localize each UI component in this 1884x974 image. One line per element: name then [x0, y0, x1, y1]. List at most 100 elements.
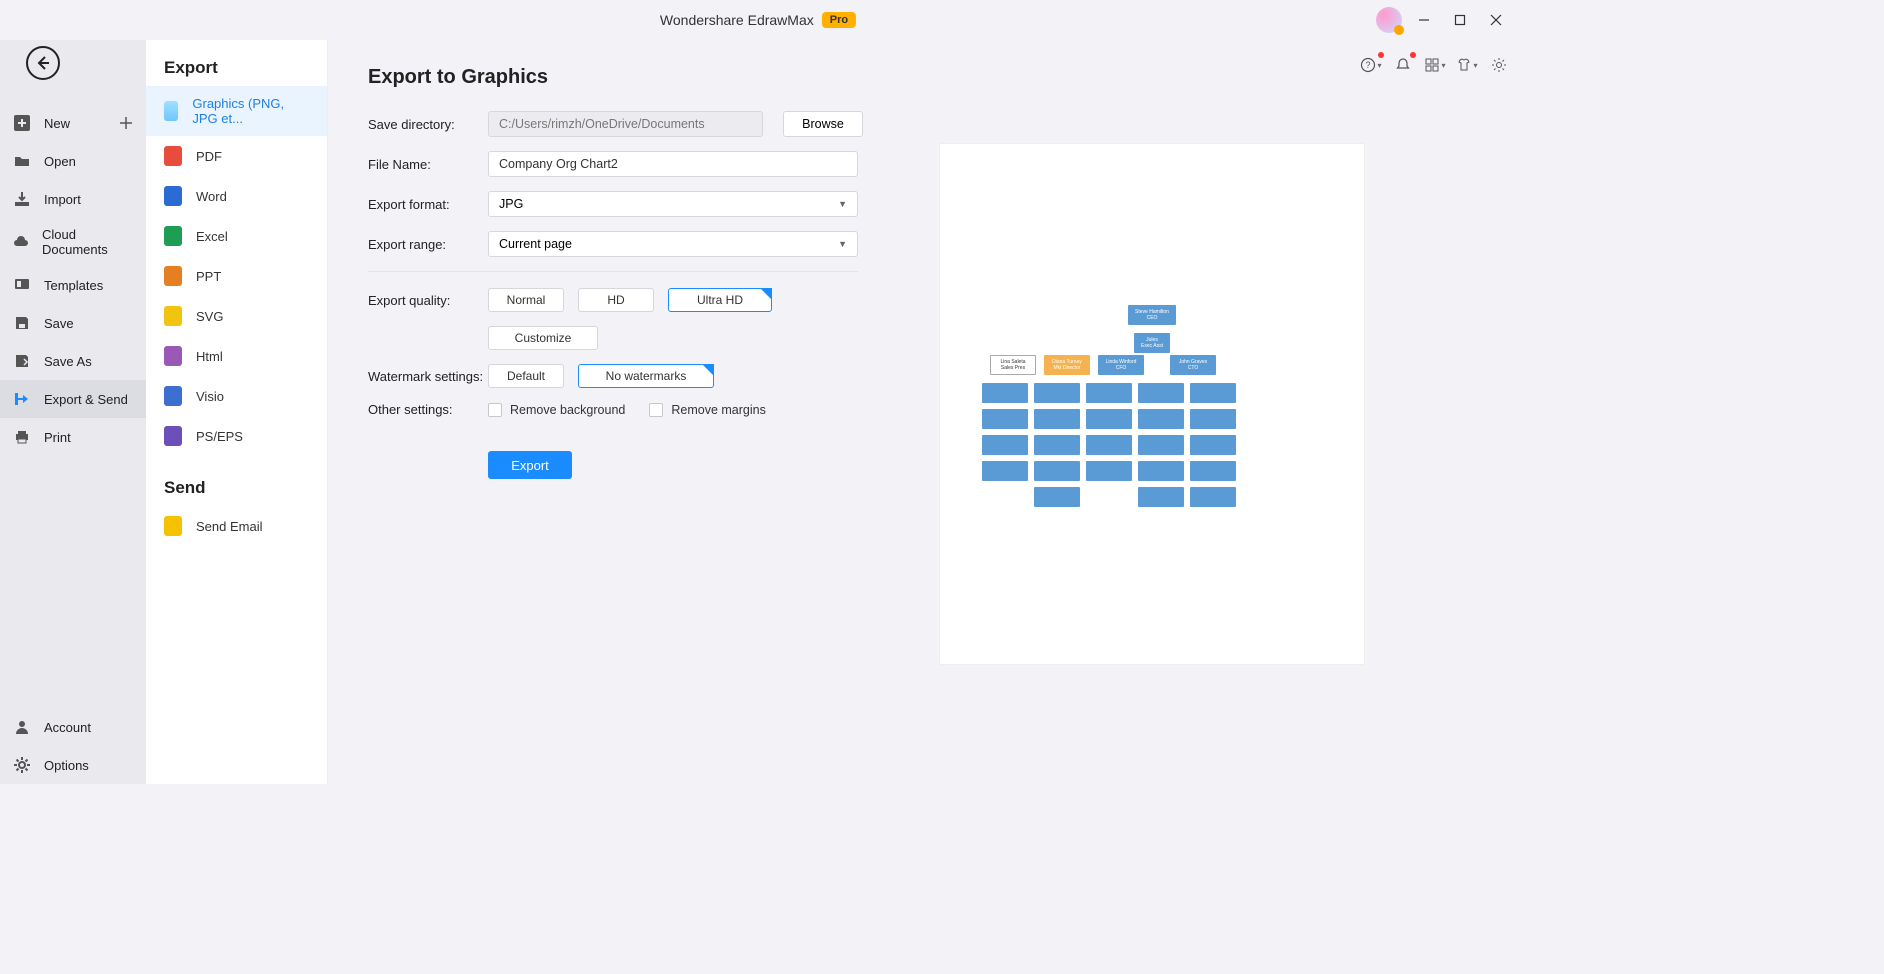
checkbox-icon: [649, 403, 663, 417]
label-format: Export format:: [368, 197, 488, 212]
back-button[interactable]: [26, 46, 60, 80]
visio-file-icon: [164, 386, 182, 406]
checkbox-icon: [488, 403, 502, 417]
select-value: Current page: [499, 237, 572, 251]
user-avatar[interactable]: [1376, 7, 1402, 33]
sidebar-sub: Export Graphics (PNG, JPG et... PDF Word…: [146, 40, 328, 784]
pro-badge: Pro: [822, 12, 856, 28]
sub-item-visio[interactable]: Visio: [146, 376, 327, 416]
send-header: Send: [146, 478, 327, 506]
ppt-file-icon: [164, 266, 182, 286]
browse-button[interactable]: Browse: [783, 111, 863, 137]
remove-background-checkbox[interactable]: Remove background: [488, 403, 625, 417]
quality-normal-button[interactable]: Normal: [488, 288, 564, 312]
sidebar-item-save[interactable]: Save: [0, 304, 146, 342]
sub-item-ppt[interactable]: PPT: [146, 256, 327, 296]
sidebar-item-saveas[interactable]: Save As: [0, 342, 146, 380]
sidebar-item-options[interactable]: Options: [0, 746, 146, 784]
label-range: Export range:: [368, 237, 488, 252]
save-icon: [12, 313, 32, 333]
quality-hd-button[interactable]: HD: [578, 288, 654, 312]
preview-panel: Steve HamiltonCEO JulesExec Asst Lina Sa…: [940, 144, 1364, 664]
sidebar-label: Print: [44, 430, 71, 445]
gear-icon: [12, 755, 32, 775]
print-icon: [12, 427, 32, 447]
sidebar-label: Import: [44, 192, 81, 207]
sub-item-word[interactable]: Word: [146, 176, 327, 216]
grid-icon[interactable]: ▾: [1424, 54, 1446, 76]
sidebar-label: Cloud Documents: [42, 227, 134, 257]
export-button[interactable]: Export: [488, 451, 572, 479]
sidebar-main: New Open Import Cloud Documents Template…: [0, 40, 146, 784]
sub-item-html[interactable]: Html: [146, 336, 327, 376]
shirt-icon[interactable]: ▾: [1456, 54, 1478, 76]
export-range-select[interactable]: Current page ▼: [488, 231, 858, 257]
help-icon[interactable]: ?▾: [1360, 54, 1382, 76]
sub-item-svg[interactable]: SVG: [146, 296, 327, 336]
sidebar-item-templates[interactable]: Templates: [0, 266, 146, 304]
sidebar-item-open[interactable]: Open: [0, 142, 146, 180]
watermark-none-button[interactable]: No watermarks: [578, 364, 714, 388]
checkbox-label: Remove background: [510, 403, 625, 417]
sub-item-pseps[interactable]: PS/EPS: [146, 416, 327, 456]
label-other: Other settings:: [368, 402, 488, 417]
sub-label: Word: [196, 189, 227, 204]
quality-ultrahd-button[interactable]: Ultra HD: [668, 288, 772, 312]
close-button[interactable]: [1482, 6, 1510, 34]
sidebar-label: Export & Send: [44, 392, 128, 407]
plus-icon[interactable]: [118, 115, 134, 131]
export-header: Export: [146, 58, 327, 86]
word-file-icon: [164, 186, 182, 206]
sub-label: PS/EPS: [196, 429, 243, 444]
sidebar-label: Templates: [44, 278, 103, 293]
import-icon: [12, 189, 32, 209]
sidebar-label: Account: [44, 720, 91, 735]
mail-icon: [164, 516, 182, 536]
image-file-icon: [164, 101, 178, 121]
select-value: JPG: [499, 197, 523, 211]
minimize-button[interactable]: [1410, 6, 1438, 34]
sidebar-item-cloud[interactable]: Cloud Documents: [0, 218, 146, 266]
sub-item-pdf[interactable]: PDF: [146, 136, 327, 176]
sidebar-item-export-send[interactable]: Export & Send: [0, 380, 146, 418]
bell-icon[interactable]: [1392, 54, 1414, 76]
chevron-down-icon: ▼: [838, 199, 847, 209]
cloud-icon: [12, 232, 30, 252]
save-directory-input[interactable]: [488, 111, 763, 137]
label-watermark: Watermark settings:: [368, 369, 488, 384]
pdf-file-icon: [164, 146, 182, 166]
ps-file-icon: [164, 426, 182, 446]
sub-item-email[interactable]: Send Email: [146, 506, 327, 546]
sub-item-graphics[interactable]: Graphics (PNG, JPG et...: [146, 86, 327, 136]
maximize-button[interactable]: [1446, 6, 1474, 34]
sub-label: Send Email: [196, 519, 262, 534]
sidebar-label: Save: [44, 316, 74, 331]
plus-square-icon: [12, 113, 32, 133]
sub-label: SVG: [196, 309, 223, 324]
sub-item-excel[interactable]: Excel: [146, 216, 327, 256]
folder-icon: [12, 151, 32, 171]
app-title: Wondershare EdrawMax: [660, 12, 814, 28]
remove-margins-checkbox[interactable]: Remove margins: [649, 403, 765, 417]
account-icon: [12, 717, 32, 737]
sub-label: PDF: [196, 149, 222, 164]
sidebar-item-account[interactable]: Account: [0, 708, 146, 746]
sidebar-item-print[interactable]: Print: [0, 418, 146, 456]
label-quality: Export quality:: [368, 293, 488, 308]
watermark-default-button[interactable]: Default: [488, 364, 564, 388]
sidebar-label: New: [44, 116, 70, 131]
filename-input[interactable]: [488, 151, 858, 177]
page-title: Export to Graphics: [368, 66, 1476, 89]
svg-file-icon: [164, 306, 182, 326]
chevron-down-icon: ▼: [838, 239, 847, 249]
quality-customize-button[interactable]: Customize: [488, 326, 598, 350]
excel-file-icon: [164, 226, 182, 246]
label-filename: File Name:: [368, 157, 488, 172]
sidebar-label: Open: [44, 154, 76, 169]
sub-label: Html: [196, 349, 223, 364]
sidebar-item-import[interactable]: Import: [0, 180, 146, 218]
html-file-icon: [164, 346, 182, 366]
settings-icon[interactable]: [1488, 54, 1510, 76]
sidebar-item-new[interactable]: New: [0, 104, 146, 142]
export-format-select[interactable]: JPG ▼: [488, 191, 858, 217]
